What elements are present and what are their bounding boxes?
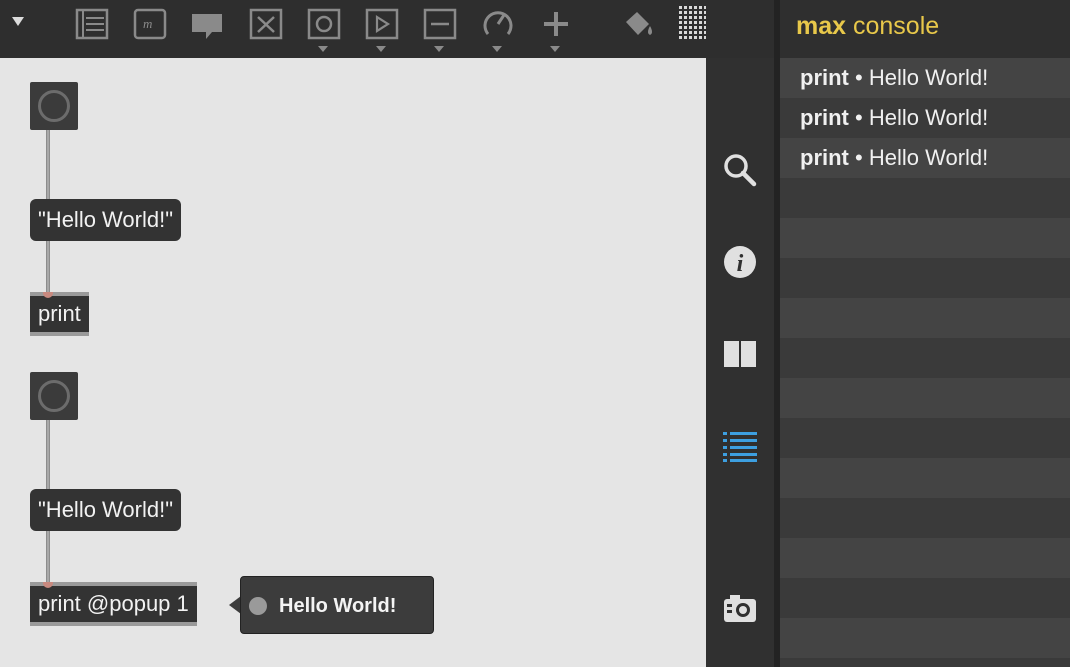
console-title-bold: max	[796, 12, 847, 40]
paint-bucket-icon[interactable]	[620, 6, 656, 42]
patch-cord[interactable]	[46, 240, 50, 292]
print-popup-bubble: Hello World!	[240, 576, 434, 634]
console-empty-row[interactable]	[780, 178, 1070, 218]
print-object[interactable]: print	[30, 292, 89, 336]
search-icon[interactable]	[722, 152, 758, 188]
reference-book-icon[interactable]	[722, 336, 758, 372]
console-empty-row[interactable]	[780, 458, 1070, 498]
add-object-menu-caret[interactable]	[550, 46, 560, 52]
toggle-icon[interactable]	[248, 6, 284, 42]
patcher-canvas[interactable]: "Hello World!" print "Hello World!" prin…	[0, 58, 706, 667]
message-separator: •	[855, 105, 863, 130]
svg-text:m: m	[143, 16, 152, 31]
bang-button[interactable]	[30, 82, 78, 130]
console-empty-row[interactable]	[780, 218, 1070, 258]
popup-text: Hello World!	[279, 595, 397, 617]
dial-menu-caret[interactable]	[492, 46, 502, 52]
console-empty-row[interactable]	[780, 658, 1070, 667]
bang-ring	[38, 380, 70, 412]
playbar-menu-caret[interactable]	[376, 46, 386, 52]
console-empty-row[interactable]	[780, 618, 1070, 658]
console-empty-row[interactable]	[780, 258, 1070, 298]
console-message-row[interactable]: print • Hello World!	[780, 138, 1070, 178]
console-empty-row[interactable]	[780, 498, 1070, 538]
message-source: print	[800, 65, 849, 90]
message-separator: •	[855, 145, 863, 170]
message-box[interactable]: "Hello World!"	[30, 489, 182, 531]
bang-ring	[38, 90, 70, 122]
console-title-rest: console	[853, 12, 940, 40]
add-object-icon[interactable]	[538, 6, 574, 42]
message-text: Hello World!	[868, 65, 989, 90]
sidebar-top	[706, 0, 774, 58]
console-header: max console	[780, 0, 1070, 58]
dial-icon[interactable]	[480, 6, 516, 42]
console-empty-row[interactable]	[780, 338, 1070, 378]
console-message: print • Hello World!	[800, 58, 988, 98]
message-source: print	[800, 105, 849, 130]
max-console: max console print • Hello World! print • …	[780, 0, 1070, 667]
object-text: print	[38, 301, 81, 326]
comment-icon[interactable]	[74, 6, 110, 42]
patch-cord[interactable]	[46, 418, 50, 492]
message-box[interactable]: "Hello World!"	[30, 199, 182, 241]
message-text: Hello World!	[868, 105, 989, 130]
button-icon[interactable]	[306, 6, 342, 42]
console-title: max console	[796, 10, 939, 42]
message-separator: •	[855, 65, 863, 90]
console-empty-row[interactable]	[780, 538, 1070, 578]
patch-cord[interactable]	[46, 530, 50, 582]
console-list-icon[interactable]	[722, 428, 758, 464]
bang-button[interactable]	[30, 372, 78, 420]
menu-caret[interactable]	[12, 17, 24, 26]
console-message-row[interactable]: print • Hello World!	[780, 58, 1070, 98]
snapshot-camera-icon[interactable]	[722, 590, 758, 626]
object-text: print @popup 1	[38, 591, 189, 616]
playbar-icon[interactable]	[364, 6, 400, 42]
console-message-row[interactable]: print • Hello World!	[780, 98, 1070, 138]
console-empty-row[interactable]	[780, 378, 1070, 418]
speech-bubble-icon[interactable]	[190, 6, 226, 42]
slider-icon[interactable]	[422, 6, 458, 42]
svg-text:i: i	[737, 251, 744, 277]
console-message: print • Hello World!	[800, 138, 988, 178]
info-icon[interactable]: i	[722, 244, 758, 280]
console-message: print • Hello World!	[800, 98, 988, 138]
message-source: print	[800, 145, 849, 170]
console-empty-row[interactable]	[780, 418, 1070, 458]
slider-menu-caret[interactable]	[434, 46, 444, 52]
patcher-toolbar: m	[0, 0, 712, 58]
right-sidebar: i	[706, 58, 774, 667]
patch-cord[interactable]	[46, 128, 50, 202]
message-icon[interactable]: m	[132, 6, 168, 42]
button-menu-caret[interactable]	[318, 46, 328, 52]
message-text: Hello World!	[868, 145, 989, 170]
console-empty-row[interactable]	[780, 298, 1070, 338]
print-popup-object[interactable]: print @popup 1	[30, 582, 197, 626]
console-empty-row[interactable]	[780, 578, 1070, 618]
popup-dot-icon	[249, 597, 267, 615]
